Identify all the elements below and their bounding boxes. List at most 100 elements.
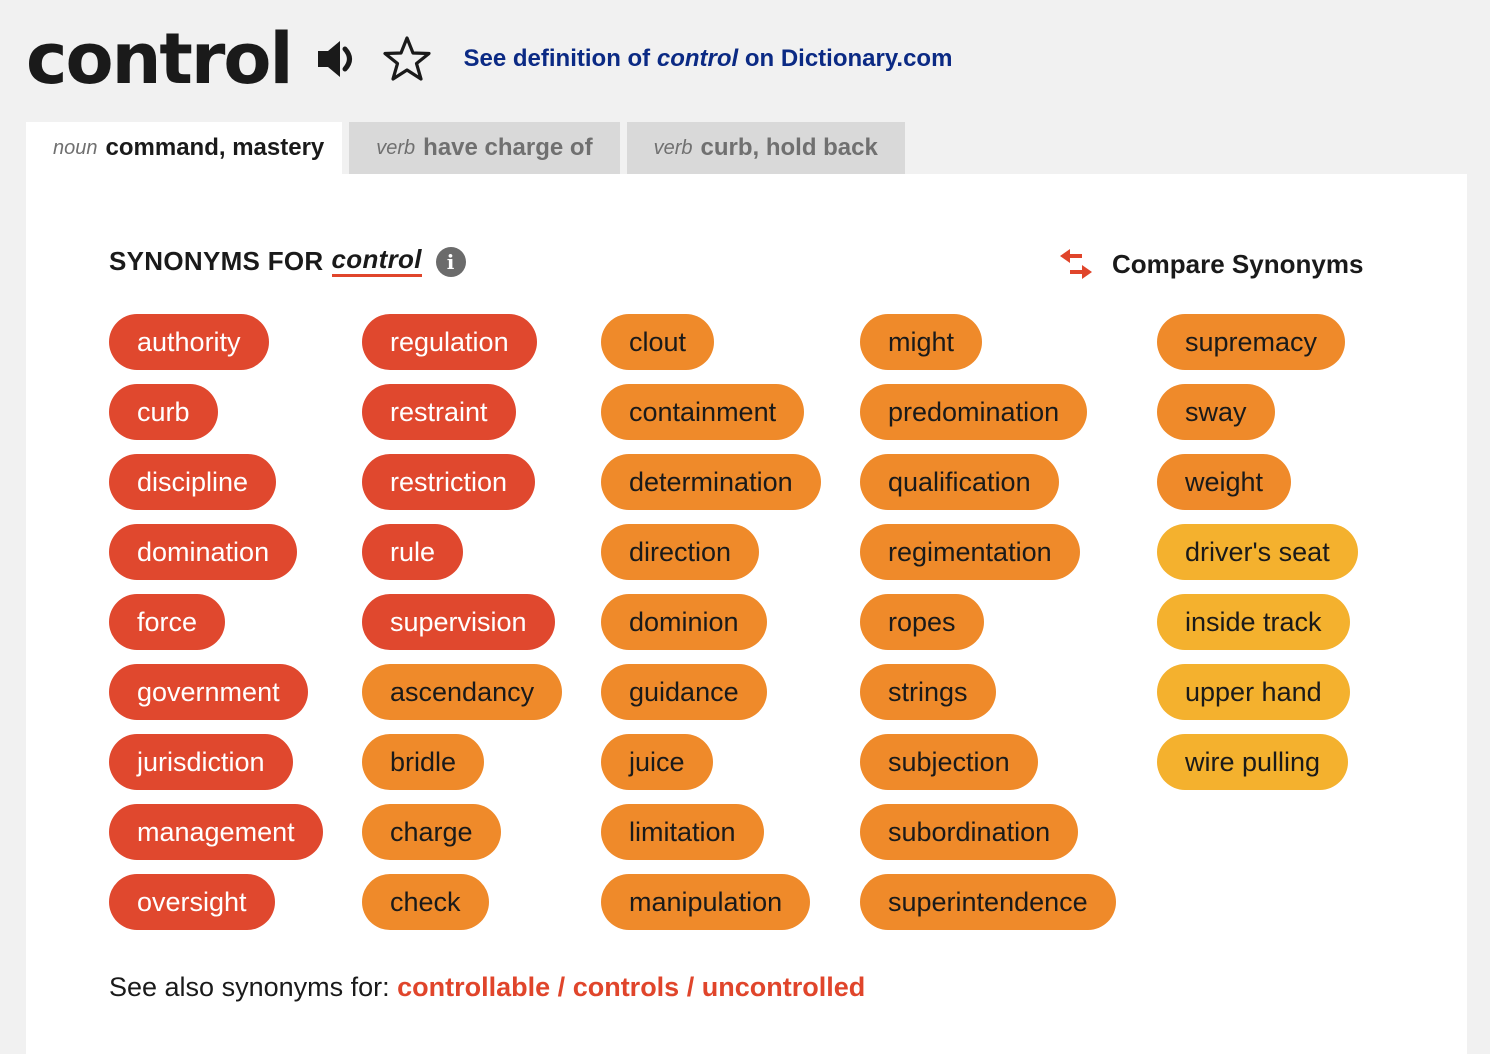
synonym-pill[interactable]: domination [109, 524, 298, 580]
synonym-pill[interactable]: check [362, 874, 489, 930]
synonym-row: upper hand [1157, 664, 1358, 734]
synonym-pill[interactable]: force [109, 594, 226, 650]
see-also-link[interactable]: controllable [397, 972, 550, 1002]
synonym-row: sway [1157, 384, 1358, 454]
synonym-pill[interactable]: restriction [362, 454, 536, 510]
synonym-row: qualification [860, 454, 1116, 524]
synonym-pill[interactable]: supremacy [1157, 314, 1346, 370]
synonym-row: force [109, 594, 323, 664]
synonym-pill[interactable]: inside track [1157, 594, 1350, 650]
synonym-pill[interactable]: regulation [362, 314, 537, 370]
synonym-row: restraint [362, 384, 562, 454]
synonym-pill[interactable]: subordination [860, 804, 1079, 860]
synonym-column-2: regulation restraint restriction rule superv… [362, 314, 563, 944]
see-also-link[interactable]: controls [573, 972, 680, 1002]
synonym-pill[interactable]: restraint [362, 384, 516, 440]
synonym-pill[interactable]: regimentation [860, 524, 1080, 580]
synonym-pill[interactable]: oversight [109, 874, 275, 930]
see-also-label: See also synonyms for: [109, 972, 398, 1002]
synonym-pill[interactable]: rule [362, 524, 464, 580]
see-also-separator: / [679, 972, 702, 1002]
star-icon[interactable] [382, 34, 432, 84]
tab-sense: have charge of [423, 134, 593, 161]
tab-noun-command-mastery[interactable]: noun command, mastery [26, 122, 343, 174]
synonym-row: ropes [860, 594, 1116, 664]
synonym-pill[interactable]: containment [601, 384, 805, 440]
synonym-row: driver's seat [1157, 524, 1358, 594]
synonym-pill[interactable]: government [109, 664, 308, 720]
synonym-row: government [109, 664, 323, 734]
synonym-pill[interactable]: superintendence [860, 874, 1116, 930]
synonyms-heading-word: control [331, 246, 422, 277]
synonym-pill[interactable]: juice [601, 734, 713, 790]
synonym-pill[interactable]: jurisdiction [109, 734, 293, 790]
see-also: See also synonyms for: controllable / co… [109, 972, 865, 1003]
synonym-row: restriction [362, 454, 562, 524]
synonym-row: regulation [362, 314, 562, 384]
synonym-row: oversight [109, 874, 323, 944]
synonym-row: superintendence [860, 874, 1116, 944]
synonym-pill[interactable]: sway [1157, 384, 1275, 440]
see-also-link[interactable]: uncontrolled [702, 972, 866, 1002]
synonym-row: subordination [860, 804, 1116, 874]
synonym-pill[interactable]: curb [109, 384, 218, 440]
synonym-pill[interactable]: charge [362, 804, 501, 860]
synonym-pill[interactable]: clout [601, 314, 715, 370]
synonym-row: guidance [601, 664, 821, 734]
synonym-row: direction [601, 524, 821, 594]
synonym-pill[interactable]: limitation [601, 804, 764, 860]
speaker-icon[interactable] [314, 35, 362, 83]
definition-link[interactable]: See definition of control on Dictionary.… [464, 45, 953, 73]
synonym-pill[interactable]: weight [1157, 454, 1292, 510]
synonym-pill[interactable]: guidance [601, 664, 767, 720]
synonym-row: strings [860, 664, 1116, 734]
tab-verb-curb-hold-back[interactable]: verb curb, hold back [626, 122, 905, 174]
tab-verb-have-charge-of[interactable]: verb have charge of [349, 122, 620, 174]
synonym-row: rule [362, 524, 562, 594]
synonym-pill[interactable]: determination [601, 454, 821, 510]
synonym-row: charge [362, 804, 562, 874]
synonym-pill[interactable]: ropes [860, 594, 984, 650]
synonym-pill[interactable]: discipline [109, 454, 277, 510]
synonym-row: subjection [860, 734, 1116, 804]
synonym-pill[interactable]: supervision [362, 594, 555, 650]
definition-link-prefix: See definition of [463, 45, 657, 72]
synonym-pill[interactable]: bridle [362, 734, 485, 790]
tab-sense: curb, hold back [700, 134, 878, 161]
synonym-row: regimentation [860, 524, 1116, 594]
synonym-row: predomination [860, 384, 1116, 454]
synonym-pill[interactable]: predomination [860, 384, 1088, 440]
tab-pos: noun [53, 136, 98, 159]
synonym-column-4: might predomination qualification regimenta… [860, 314, 1116, 944]
synonym-pill[interactable]: subjection [860, 734, 1038, 790]
synonym-row: domination [109, 524, 323, 594]
synonym-row: weight [1157, 454, 1358, 524]
synonym-pill[interactable]: strings [860, 664, 996, 720]
compare-synonyms-label: Compare Synonyms [1112, 248, 1364, 279]
synonym-pill[interactable]: manipulation [601, 874, 811, 930]
synonym-row: supervision [362, 594, 562, 664]
synonym-pill[interactable]: ascendancy [362, 664, 563, 720]
synonym-row: discipline [109, 454, 323, 524]
synonym-pill[interactable]: qualification [860, 454, 1059, 510]
synonym-row: juice [601, 734, 821, 804]
definition-link-word: control [656, 45, 739, 72]
tab-pos: verb [653, 136, 693, 159]
see-also-separator: / [550, 972, 573, 1002]
synonym-pill[interactable]: authority [109, 314, 269, 370]
info-icon[interactable]: i [435, 246, 466, 277]
synonym-pill[interactable]: dominion [601, 594, 767, 650]
synonym-pill[interactable]: management [109, 804, 323, 860]
synonym-row: bridle [362, 734, 562, 804]
synonym-row: manipulation [601, 874, 821, 944]
synonym-pill[interactable]: upper hand [1157, 664, 1350, 720]
synonym-pill[interactable]: driver's seat [1157, 524, 1358, 580]
synonym-pill[interactable]: direction [601, 524, 760, 580]
synonym-pill[interactable]: might [860, 314, 983, 370]
synonym-pill[interactable]: wire pulling [1157, 734, 1349, 790]
tab-pos: verb [376, 136, 416, 159]
tab-sense: command, mastery [105, 134, 325, 161]
compare-synonyms-button[interactable]: Compare Synonyms [1056, 246, 1363, 282]
synonym-row: limitation [601, 804, 821, 874]
synonym-row: authority [109, 314, 323, 384]
